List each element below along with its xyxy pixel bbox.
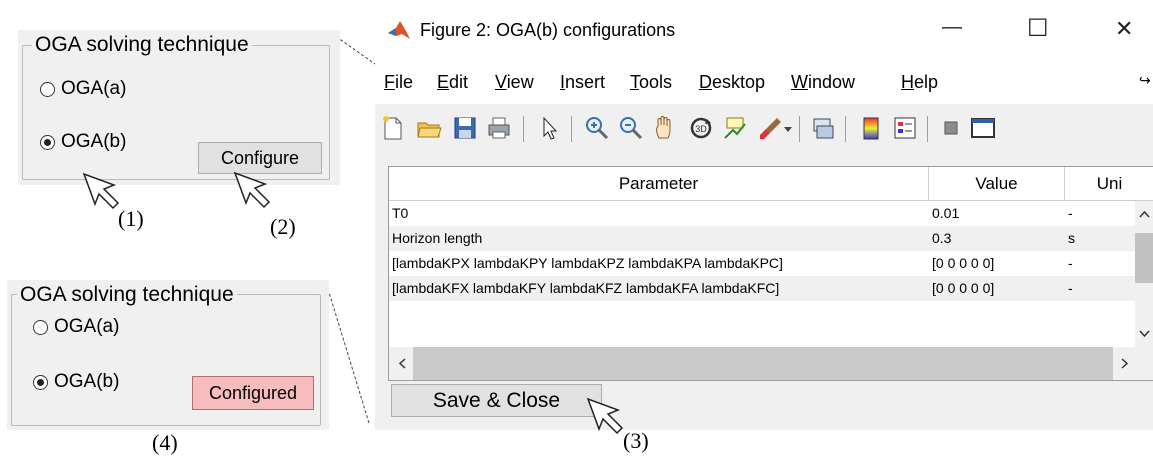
table-row[interactable]: T0 0.01 -: [389, 201, 1135, 226]
configure-button[interactable]: Configure: [198, 142, 322, 174]
vertical-scrollbar[interactable]: [1135, 201, 1153, 347]
cell-value[interactable]: [0 0 0 0 0]: [929, 276, 1065, 301]
column-header-value[interactable]: Value: [929, 167, 1065, 201]
scroll-thumb[interactable]: [1135, 233, 1153, 283]
zoom-out-icon[interactable]: [617, 114, 645, 142]
menu-window[interactable]: Window: [791, 72, 855, 93]
toolbar-separator: [571, 116, 572, 142]
menu-overflow-icon[interactable]: ↪: [1139, 72, 1151, 89]
radio-button-checked[interactable]: [40, 134, 55, 150]
cell-unit: -: [1068, 205, 1073, 221]
cursor-arrow-icon: [82, 172, 120, 210]
pan-icon[interactable]: [651, 114, 679, 142]
legend-icon[interactable]: [891, 114, 919, 142]
connector-line: [329, 293, 370, 424]
parameter-table[interactable]: Parameter Value Uni T0 0.01 - Horizon le…: [388, 166, 1153, 381]
cell-unit: -: [1068, 280, 1073, 296]
callout-2: (2): [270, 214, 296, 239]
callout-4: (4): [152, 430, 178, 455]
radio-label-a: OGA(a): [61, 78, 127, 99]
link-plot-icon[interactable]: [809, 114, 837, 142]
menu-insert[interactable]: Insert: [560, 72, 605, 93]
callout-3: (3): [623, 428, 649, 453]
connector-line: [340, 39, 377, 66]
column-header-unit[interactable]: Uni: [1065, 167, 1153, 201]
cell-parameter: [lambdaKFX lambdaKFY lambdaKFZ lambdaKFA…: [392, 280, 780, 296]
toolbar-separator: [927, 116, 928, 142]
close-icon[interactable]: ✕: [1115, 16, 1133, 42]
matlab-logo-icon: [388, 21, 410, 39]
save-close-button[interactable]: Save & Close: [391, 384, 602, 417]
radio-oga-a[interactable]: OGA(a): [40, 78, 126, 100]
callout-1: (1): [118, 206, 144, 231]
table-row[interactable]: [lambdaKPX lambdaKPY lambdaKPZ lambdaKPA…: [389, 251, 1135, 276]
window-title: Figure 2: OGA(b) configurations: [420, 20, 676, 40]
menu-help[interactable]: Help: [901, 72, 938, 93]
print-icon[interactable]: [485, 114, 513, 142]
cell-parameter: Horizon length: [392, 230, 483, 246]
radio-button-unchecked[interactable]: [33, 319, 48, 335]
scroll-down-icon[interactable]: [1138, 329, 1151, 339]
zoom-in-icon[interactable]: [583, 114, 611, 142]
radio-oga-b[interactable]: OGA(b): [40, 131, 126, 153]
cell-unit: -: [1068, 255, 1073, 271]
radio-button-checked[interactable]: [33, 374, 48, 390]
cursor-arrow-icon: [233, 171, 271, 209]
groupbox-title: OGA solving technique: [32, 33, 252, 57]
menu-bar: File Edit View Insert Tools Desktop Wind…: [375, 58, 1153, 104]
scroll-up-icon[interactable]: [1138, 209, 1151, 219]
toolbar-separator: [845, 116, 846, 142]
radio-button-unchecked[interactable]: [40, 81, 55, 97]
cell-parameter: T0: [392, 205, 409, 221]
cell-value[interactable]: [0 0 0 0 0]: [929, 251, 1065, 276]
figure-window: Figure 2: OGA(b) configurations — ☐ ✕ Fi…: [375, 0, 1153, 430]
radio-oga-b[interactable]: OGA(b): [33, 371, 119, 393]
hide-plot-tools-icon[interactable]: [937, 114, 965, 142]
colorbar-icon[interactable]: [857, 114, 885, 142]
pointer-icon[interactable]: [535, 114, 563, 142]
menu-desktop[interactable]: Desktop: [699, 72, 765, 93]
open-file-icon[interactable]: [415, 114, 443, 142]
oga-panel-bottom: OGA solving technique OGA(a) OGA(b) Conf…: [7, 280, 329, 430]
toolbar-separator: [799, 116, 800, 142]
save-icon[interactable]: [451, 114, 479, 142]
menu-file[interactable]: File: [384, 72, 413, 93]
horizontal-scrollbar[interactable]: [389, 347, 1153, 380]
data-cursor-icon[interactable]: [721, 114, 749, 142]
radio-label-b: OGA(b): [61, 131, 127, 152]
cell-value[interactable]: 0.01: [929, 201, 1065, 226]
column-header-parameter[interactable]: Parameter: [389, 167, 929, 201]
radio-label-a: OGA(a): [54, 316, 120, 337]
scroll-left-icon[interactable]: [397, 357, 407, 370]
svg-text:3D: 3D: [695, 124, 707, 134]
maximize-icon[interactable]: ☐: [1027, 14, 1049, 43]
cell-parameter: [lambdaKPX lambdaKPY lambdaKPZ lambdaKPA…: [392, 255, 783, 271]
rotate-3d-icon[interactable]: 3D: [687, 114, 715, 142]
radio-oga-a[interactable]: OGA(a): [33, 316, 119, 338]
scroll-right-icon[interactable]: [1120, 357, 1130, 370]
new-figure-icon[interactable]: [379, 114, 407, 142]
groupbox-title: OGA solving technique: [17, 283, 237, 307]
scroll-track[interactable]: [413, 347, 1113, 380]
oga-panel-top: OGA solving technique OGA(a) OGA(b) Conf…: [18, 30, 340, 185]
menu-edit[interactable]: Edit: [437, 72, 468, 93]
configured-button[interactable]: Configured: [192, 376, 314, 410]
table-row[interactable]: Horizon length 0.3 s: [389, 226, 1135, 251]
dropdown-icon[interactable]: [781, 114, 795, 142]
table-row[interactable]: [lambdaKFX lambdaKFY lambdaKFZ lambdaKFA…: [389, 276, 1135, 301]
show-plot-tools-icon[interactable]: [969, 114, 997, 142]
radio-label-b: OGA(b): [54, 371, 120, 392]
toolbar: 3D: [375, 104, 1153, 152]
menu-tools[interactable]: Tools: [630, 72, 672, 93]
cell-value[interactable]: 0.3: [929, 226, 1065, 251]
minimize-icon[interactable]: —: [942, 16, 962, 39]
menu-view[interactable]: View: [495, 72, 534, 93]
cell-unit: s: [1068, 230, 1075, 246]
toolbar-separator: [523, 116, 524, 142]
title-bar: Figure 2: OGA(b) configurations — ☐ ✕: [375, 0, 1153, 58]
